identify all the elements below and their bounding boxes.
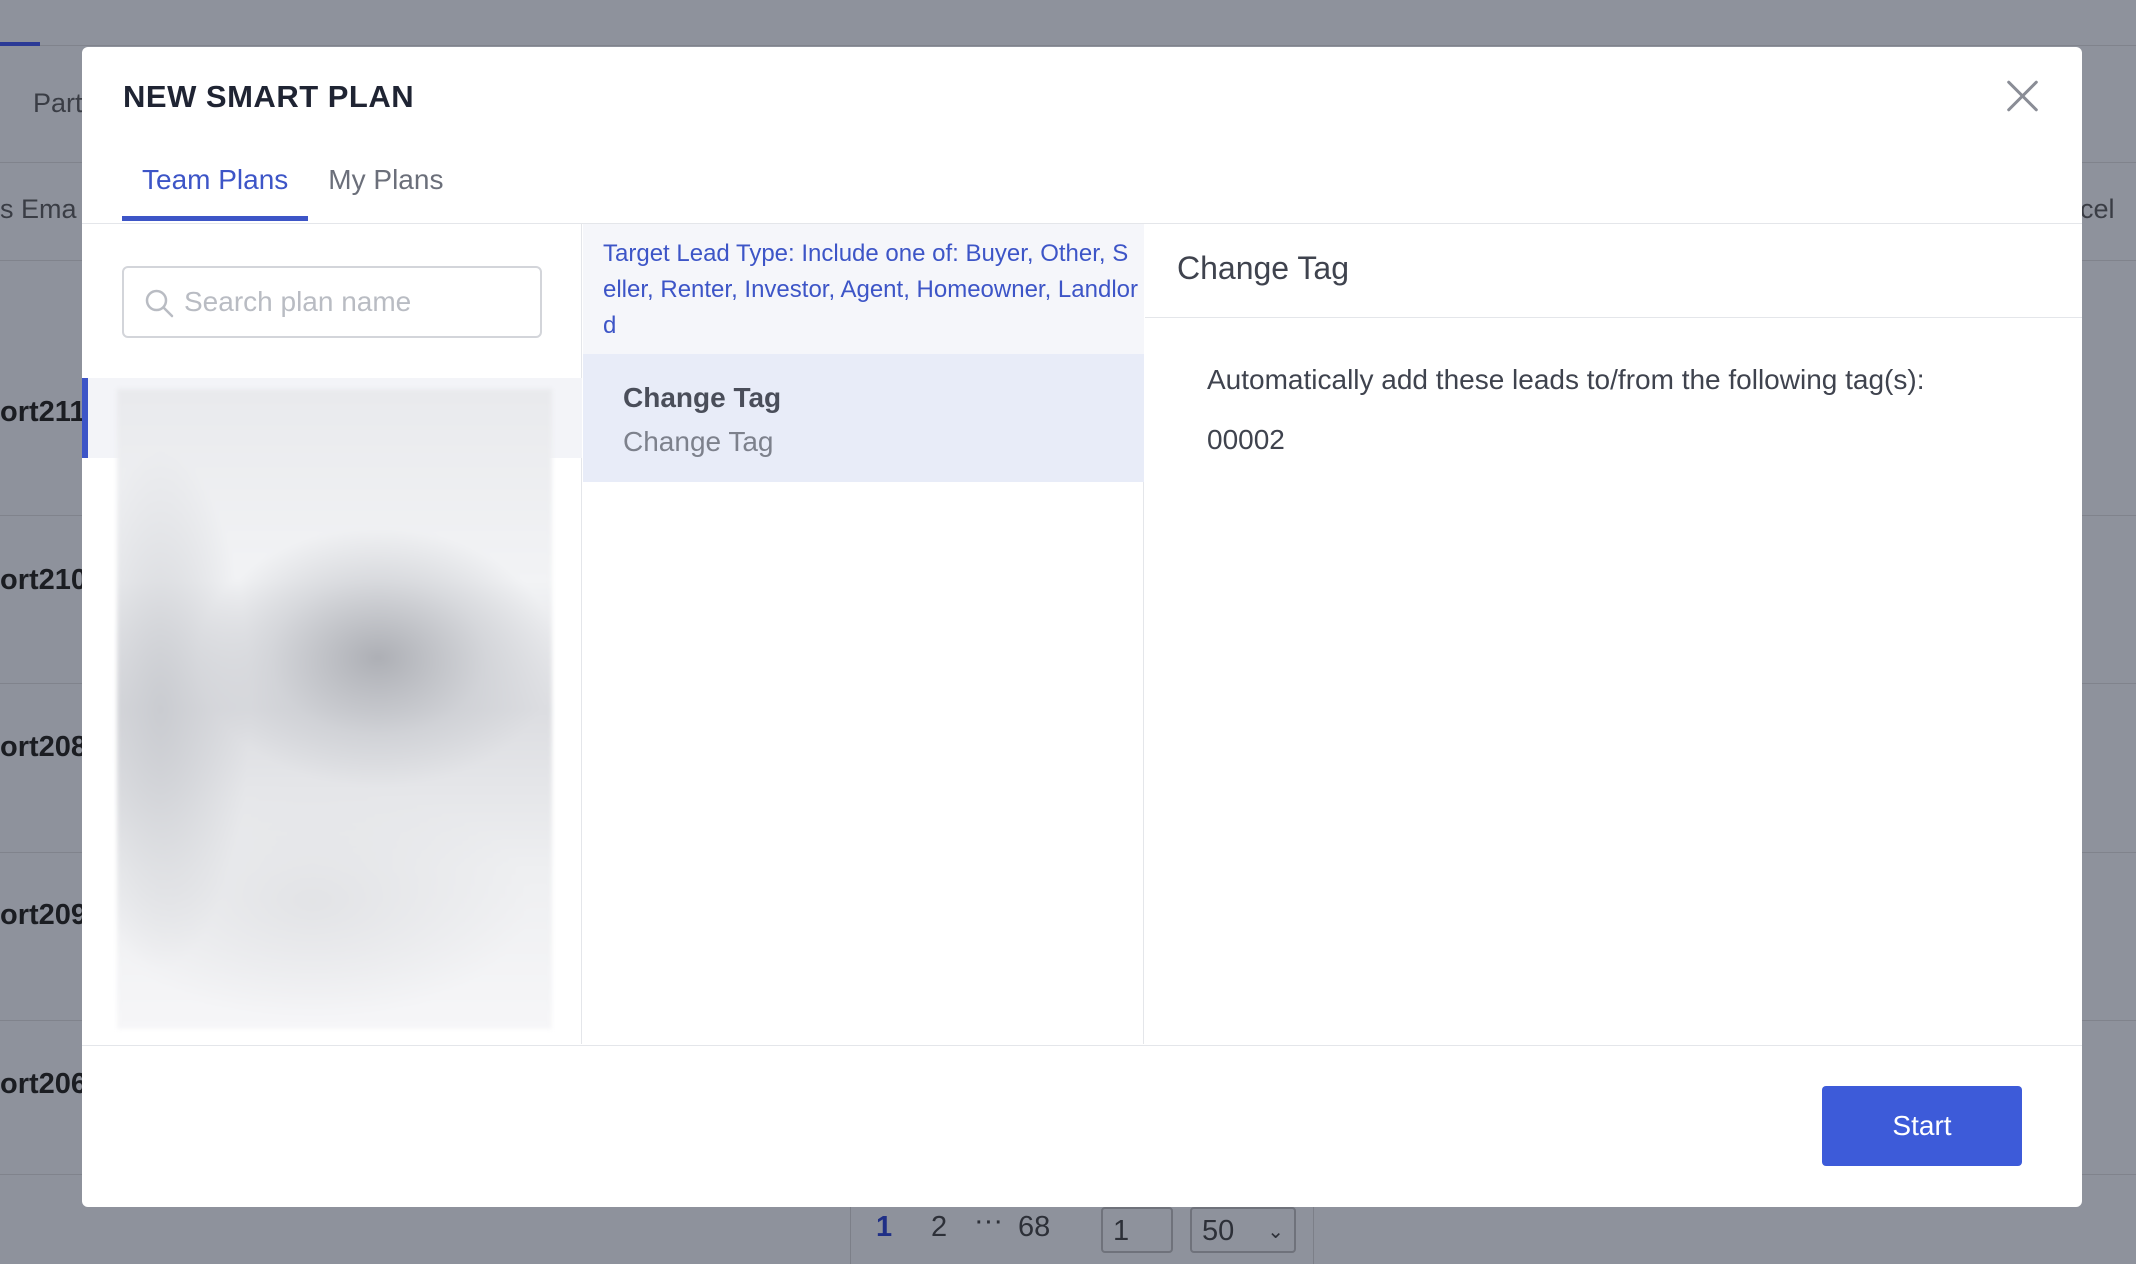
tab-my-plans[interactable]: My Plans [308,162,463,226]
pagination-page-current: 1 [876,1211,893,1243]
close-icon[interactable] [2002,75,2042,115]
background-active-tab-indicator [0,42,40,46]
step-detail-title: Change Tag [1145,224,2082,318]
start-button[interactable]: Start [1822,1086,2022,1166]
background-column-header-right: cel [2080,194,2115,224]
background-table-row: ort206 [0,1068,88,1100]
plan-tabs: Team Plans My Plans [122,162,463,221]
selected-indicator [82,378,88,458]
chevron-down-icon: ⌄ [1267,1221,1284,1243]
background-column-header: s Ema [0,194,77,224]
step-detail-panel: Change Tag Automatically add these leads… [1145,224,2082,1044]
modal-title: NEW SMART PLAN [123,79,415,114]
plan-step-item[interactable]: Change Tag Change Tag [583,354,1144,482]
plan-steps-panel: Target Lead Type: Include one of: Buyer,… [583,224,1144,1044]
pagination-page-size-select: 50 ⌄ [1190,1207,1296,1253]
plan-step-subtitle: Change Tag [623,426,774,457]
pagination-goto-input: 1 [1101,1207,1173,1253]
search-box [122,266,542,338]
target-lead-type-info: Target Lead Type: Include one of: Buyer,… [583,224,1144,354]
page-size-value: 50 [1202,1215,1235,1247]
step-detail-tag: 00002 [1207,424,1285,455]
background-table-row: ort211 [0,396,86,428]
redacted-plan-list [117,389,552,1029]
plan-list-panel [82,224,582,1044]
search-input[interactable] [184,278,524,326]
new-smart-plan-modal: NEW SMART PLAN Team Plans My Plans Targe… [82,47,2082,1207]
background-topbar [0,0,2136,46]
tab-team-plans[interactable]: Team Plans [122,162,309,226]
background-table-row: ort208 [0,731,88,763]
step-detail-description: Automatically add these leads to/from th… [1207,364,1925,395]
pagination-page-2: 2 [931,1211,948,1243]
background-table-row: ort210 [0,564,88,596]
modal-footer: Start [82,1045,2082,1207]
background-table-row: ort209 [0,899,88,931]
search-icon [145,289,174,318]
background-toolbar-label: Part [33,88,83,118]
pagination-ellipsis: ··· [974,1205,1003,1237]
plan-step-title: Change Tag [623,382,782,413]
pagination-page-last: 68 [1018,1211,1051,1243]
